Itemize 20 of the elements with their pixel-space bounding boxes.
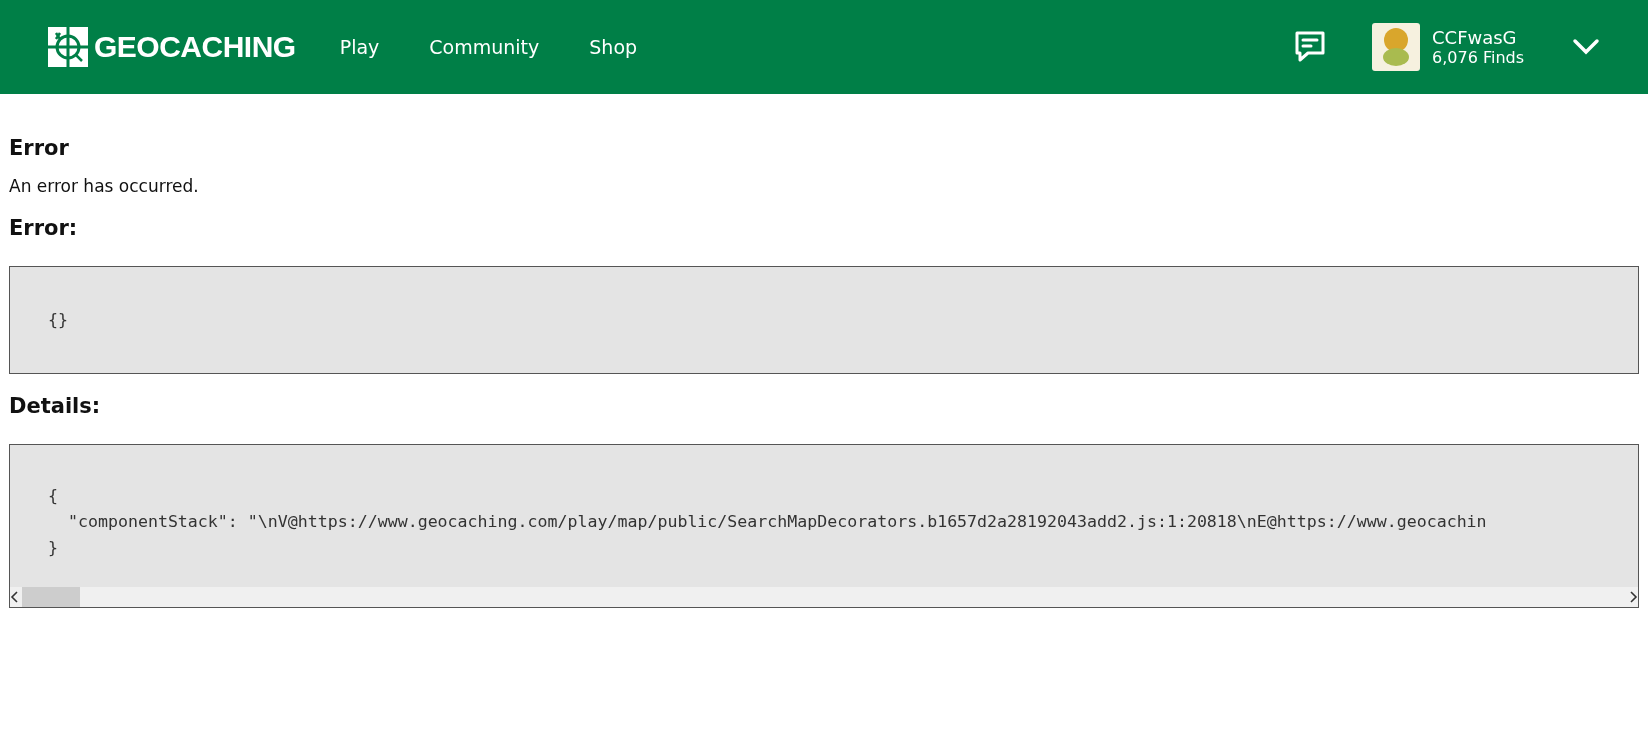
code-line: {}: [48, 309, 69, 331]
finds-count: 6,076 Finds: [1432, 48, 1525, 67]
section-heading: Details:: [9, 394, 102, 418]
logo-text[interactable]: GEOCACHING: [94, 30, 296, 64]
username[interactable]: CCFwasG: [1432, 27, 1572, 48]
section-heading: Error:: [9, 216, 79, 240]
error-message: An error has occurred.: [9, 176, 200, 196]
horizontal-scrollbar[interactable]: [10, 587, 1638, 607]
page-title: Error: [9, 136, 70, 160]
nav-link[interactable]: Shop: [589, 36, 638, 58]
code-line: }: [48, 537, 59, 559]
nav-link[interactable]: Play: [339, 36, 380, 58]
code-line: "componentStack": "\nV@https://www.geocaching.com/play/map/public/SearchMapDecorators.b1657d2a28192043add2.js:1:20818\nE@https://www.geocachin: [66, 511, 1488, 533]
nav-link[interactable]: Community: [429, 36, 540, 58]
scroll-left-icon[interactable]: [10, 591, 20, 603]
chevron-down-icon[interactable]: [1572, 38, 1600, 56]
scroll-right-icon[interactable]: [1628, 591, 1638, 603]
code-line: {: [48, 485, 59, 507]
logo-icon: [48, 27, 88, 67]
scrollbar-thumb[interactable]: [22, 587, 80, 607]
